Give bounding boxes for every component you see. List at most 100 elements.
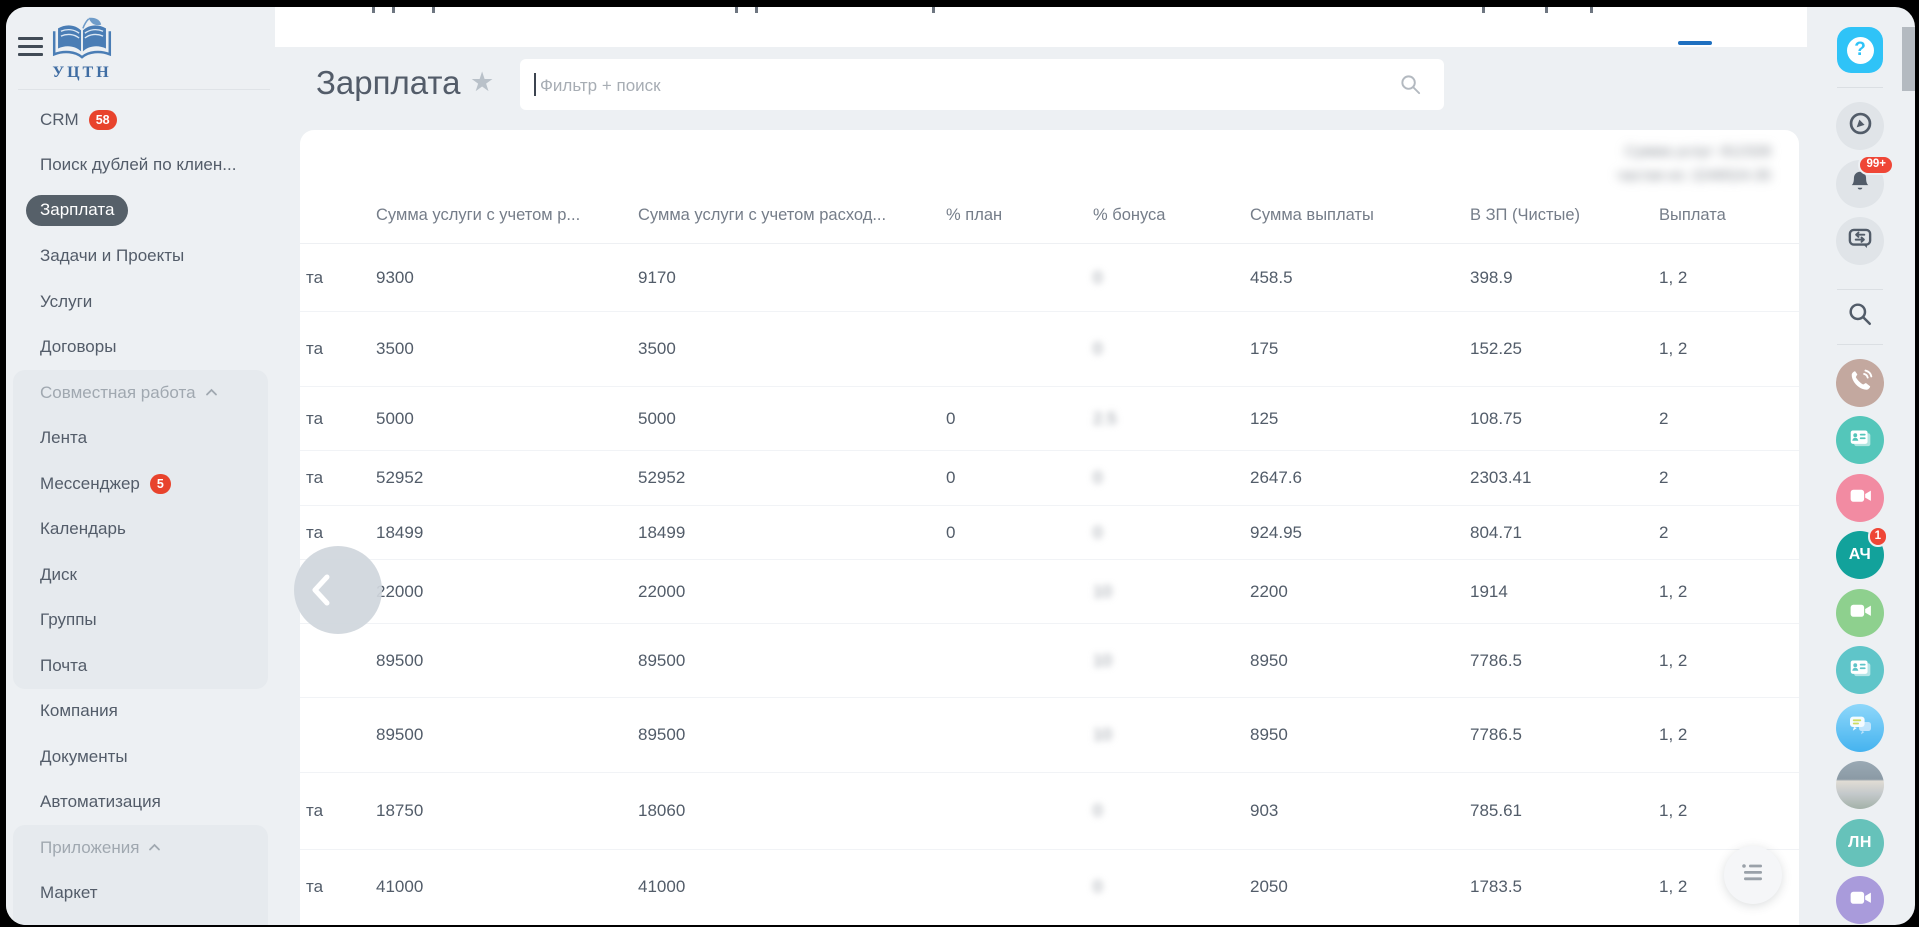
filter-search-input[interactable]	[538, 59, 1362, 112]
cell-value: 89500	[638, 651, 685, 671]
cell-value: 89500	[638, 725, 685, 745]
videocam-icon	[1847, 482, 1874, 514]
cell-value: 1, 2	[1659, 268, 1687, 288]
column-header[interactable]: % план	[946, 206, 1002, 225]
video-chat[interactable]	[1836, 474, 1884, 522]
video-chat[interactable]	[1836, 876, 1884, 924]
video-chat[interactable]	[1836, 589, 1884, 637]
cell-value: 1914	[1470, 582, 1508, 602]
filter-search-bar	[520, 59, 1444, 110]
table-row[interactable]: та184991849900924.95804.712	[300, 505, 1799, 559]
cell-value: 3500	[376, 339, 414, 359]
cell-value: та	[306, 468, 323, 488]
screen: { "app": { "logo_text": "УЦТН" }, "sideb…	[0, 0, 1919, 927]
cell-value: 41000	[638, 877, 685, 897]
column-header[interactable]: Выплата	[1659, 206, 1726, 225]
rail-search-button[interactable]	[1847, 304, 1873, 330]
column-header[interactable]: % бонуса	[1093, 206, 1166, 225]
column-header[interactable]: Сумма услуги с учетом р...	[376, 206, 580, 225]
sidebar-item[interactable]: Автоматизация	[6, 780, 275, 826]
timeman-button[interactable]	[1836, 102, 1884, 150]
sidebar-item[interactable]: Мессенджер5	[13, 461, 268, 507]
scrollbar-thumb[interactable]	[1902, 27, 1915, 91]
cell-value: 52952	[638, 468, 685, 488]
hamburger-menu-icon[interactable]	[18, 37, 43, 61]
collapse-panel-button[interactable]	[294, 546, 382, 634]
column-header[interactable]: В ЗП (Чистые)	[1470, 206, 1580, 225]
cell-value: 8950	[1250, 725, 1288, 745]
table-row[interactable]: та4100041000020501783.51, 2	[300, 849, 1799, 923]
cell-value: 108.75	[1470, 409, 1522, 429]
salary-grid-card: Сумма услуг: 812328 частая из: 2246524.3…	[300, 130, 1799, 925]
column-header[interactable]: Сумма выплаты	[1250, 206, 1374, 225]
sidebar-group-header[interactable]: Приложения	[13, 825, 268, 871]
user-chat[interactable]: ЛН	[1836, 819, 1884, 867]
messenger-button[interactable]	[1836, 217, 1884, 265]
sidebar-item[interactable]: Услуги	[6, 279, 275, 325]
cell-value: 804.71	[1470, 523, 1522, 543]
rail-divider	[1837, 87, 1883, 88]
contacts-chat[interactable]	[1836, 646, 1884, 694]
cell-value: 1, 2	[1659, 582, 1687, 602]
sidebar: УЦТН CRM58Поиск дублей по клиен...Зарпла…	[6, 7, 275, 925]
sidebar-item[interactable]: Компания	[6, 689, 275, 735]
cell-value: 9170	[638, 268, 676, 288]
active-tab-indicator	[1678, 41, 1712, 45]
group-chat[interactable]	[1836, 704, 1884, 752]
notification-badge: 5	[150, 474, 171, 494]
cell-value: 2303.41	[1470, 468, 1531, 488]
sidebar-item[interactable]: Маркет	[13, 871, 268, 917]
sidebar-item[interactable]: Диск	[13, 552, 268, 598]
cell-value: 398.9	[1470, 268, 1513, 288]
table-row[interactable]: 220002200010220019141, 2	[300, 559, 1799, 623]
cell-value: 41000	[376, 877, 423, 897]
sidebar-item[interactable]: Задачи и Проекты	[6, 234, 275, 280]
idcard-icon	[1846, 424, 1874, 457]
search-icon[interactable]	[1399, 73, 1422, 101]
contacts-chat[interactable]	[1836, 416, 1884, 464]
sidebar-item[interactable]: Почта	[13, 643, 268, 689]
sidebar-item[interactable]: Группы	[13, 598, 268, 644]
logo[interactable]: УЦТН	[44, 15, 120, 82]
column-header[interactable]: Сумма услуги с учетом расход...	[638, 206, 886, 225]
sidebar-item[interactable]: Документы	[6, 734, 275, 780]
sidebar-section: CRM58Поиск дублей по клиен...ЗарплатаЗад…	[6, 97, 275, 370]
favorite-star-icon[interactable]	[470, 67, 494, 98]
help-button[interactable]: ?	[1837, 27, 1883, 73]
table-row[interactable]: та18750180600903785.611, 2	[300, 772, 1799, 849]
cell-value: 5000	[376, 409, 414, 429]
sidebar-item[interactable]: Договоры	[6, 325, 275, 371]
table-row[interactable]: 89500895001089507786.51, 2	[300, 623, 1799, 697]
table-row[interactable]: та5000500002.5125108.752	[300, 386, 1799, 450]
chat-bubbles-icon	[1845, 710, 1875, 745]
sidebar-item[interactable]: Календарь	[13, 507, 268, 553]
clipped-tab-text	[755, 7, 758, 13]
avatar-initials: ЛН	[1848, 834, 1872, 852]
sidebar-item[interactable]: Лента	[13, 416, 268, 462]
user-chat[interactable]: АЧ1	[1836, 531, 1884, 579]
sidebar-item[interactable]: Зарплата	[6, 188, 275, 234]
cell-value: 18750	[376, 801, 423, 821]
cell-value: 1783.5	[1470, 877, 1522, 897]
user-avatar[interactable]	[1836, 761, 1884, 809]
cell-value: та	[306, 523, 323, 543]
logo-text: УЦТН	[44, 64, 120, 82]
call-chat[interactable]	[1836, 359, 1884, 407]
table-row[interactable]: та350035000175152.251, 2	[300, 311, 1799, 386]
app-window: УЦТН CRM58Поиск дублей по клиен...Зарпла…	[6, 7, 1915, 925]
grid-settings-button[interactable]	[1724, 846, 1782, 904]
table-header-row: Сумма услуги с учетом р... Сумма услуги с…	[300, 130, 1799, 244]
sidebar-group-header[interactable]: Совместная работа	[13, 370, 268, 416]
cell-value: 9300	[376, 268, 414, 288]
sidebar-group: Совместная работаЛентаМессенджер5Календа…	[13, 370, 268, 689]
cell-value: 18060	[638, 801, 685, 821]
page-title: Зарплата	[316, 64, 461, 102]
clipped-tab-text	[432, 7, 435, 13]
sidebar-item[interactable]: CRM58	[6, 97, 275, 143]
cell-value: 2050	[1250, 877, 1288, 897]
table-row[interactable]: та5295252952002647.62303.412	[300, 450, 1799, 505]
notifications-button[interactable]: 99+	[1836, 160, 1884, 208]
table-row[interactable]: 89500895001089507786.51, 2	[300, 697, 1799, 772]
sidebar-item[interactable]: Поиск дублей по клиен...	[6, 143, 275, 189]
table-row[interactable]: та930091700458.5398.91, 2	[300, 244, 1799, 311]
